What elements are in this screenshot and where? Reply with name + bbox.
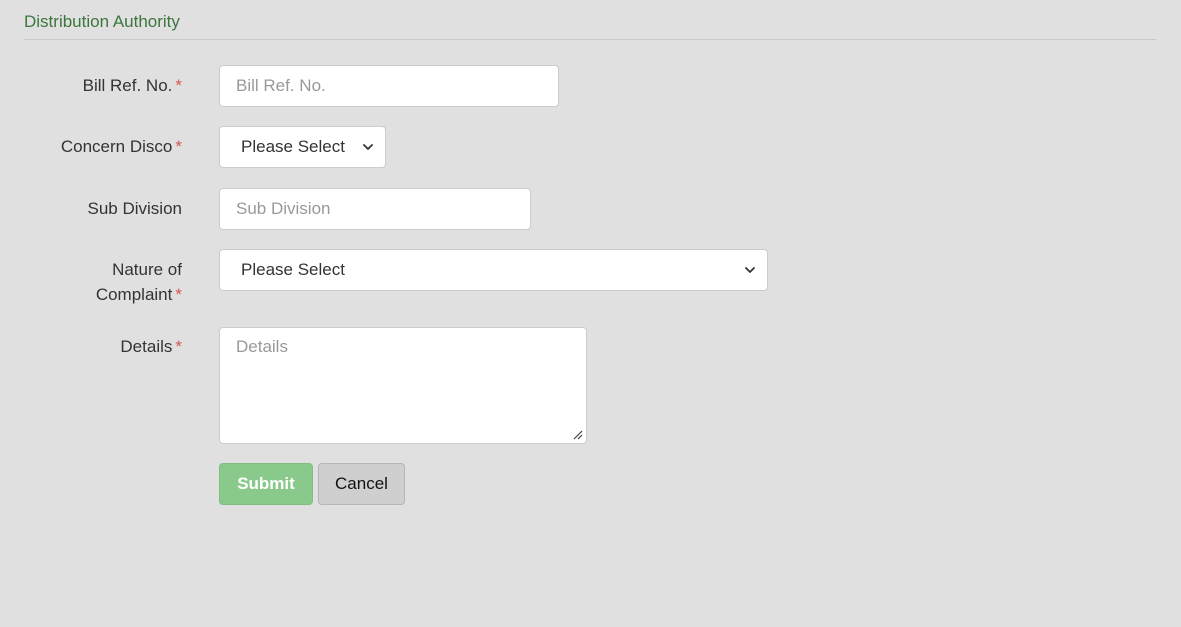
chevron-down-icon bbox=[363, 144, 373, 150]
concern-disco-required-mark: * bbox=[175, 137, 182, 156]
complaint-form-page: Distribution Authority Bill Ref. No.* Co… bbox=[0, 0, 1181, 627]
cancel-button[interactable]: Cancel bbox=[318, 463, 405, 505]
nature-of-complaint-required-mark: * bbox=[175, 285, 182, 304]
details-required-mark: * bbox=[175, 337, 182, 356]
concern-disco-label: Concern Disco * bbox=[61, 134, 182, 159]
sub-division-input[interactable] bbox=[219, 188, 531, 230]
details-label-text: Details bbox=[120, 337, 173, 356]
nature-of-complaint-label: Nature of Complaint * bbox=[42, 257, 182, 307]
nature-of-complaint-label-text: Nature of Complaint bbox=[95, 260, 182, 304]
sub-division-label: Sub Division bbox=[88, 196, 183, 221]
section-divider bbox=[24, 39, 1156, 40]
concern-disco-select[interactable]: Please Select bbox=[219, 126, 386, 168]
bill-ref-label: Bill Ref. No. * bbox=[83, 73, 182, 98]
concern-disco-label-text: Concern Disco bbox=[60, 137, 173, 156]
nature-of-complaint-selected-value: Please Select bbox=[241, 260, 345, 279]
bill-ref-required-mark: * bbox=[175, 76, 182, 95]
details-textarea[interactable] bbox=[219, 327, 587, 444]
bill-ref-input[interactable] bbox=[219, 65, 559, 107]
chevron-down-icon bbox=[745, 267, 755, 273]
details-label: Details * bbox=[120, 334, 182, 359]
resize-grip-icon[interactable] bbox=[573, 430, 583, 440]
sub-division-label-text: Sub Division bbox=[87, 199, 183, 218]
bill-ref-label-text: Bill Ref. No. bbox=[82, 76, 173, 95]
submit-button[interactable]: Submit bbox=[219, 463, 313, 505]
section-title: Distribution Authority bbox=[24, 12, 180, 31]
nature-of-complaint-select[interactable]: Please Select bbox=[219, 249, 768, 291]
concern-disco-selected-value: Please Select bbox=[241, 137, 345, 156]
